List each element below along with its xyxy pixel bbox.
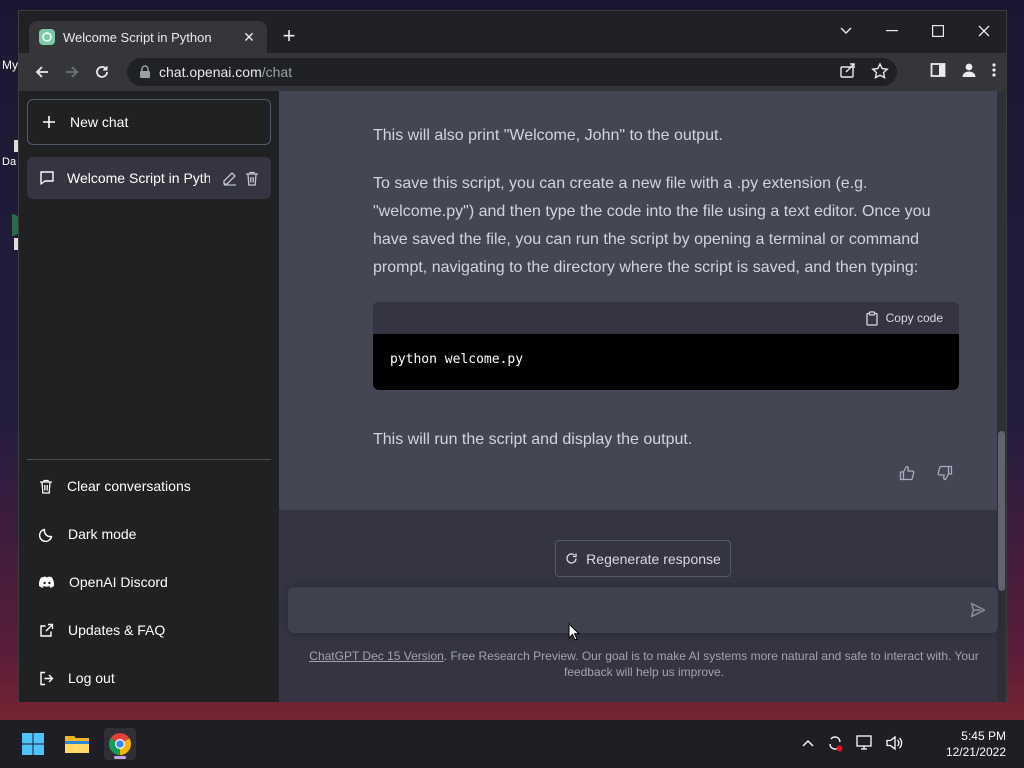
conversation-title: Welcome Script in Pyth [67,170,210,186]
network-icon[interactable] [856,735,874,751]
file-explorer-icon[interactable] [61,728,93,760]
regenerate-response-button[interactable]: Regenerate response [555,540,731,577]
delete-trash-icon[interactable] [245,171,259,186]
taskbar: 5:45 PM 12/21/2022 [0,720,1024,768]
lock-icon [139,65,151,79]
clock-date: 12/21/2022 [945,745,1006,759]
browser-tab[interactable]: Welcome Script in Python ✕ [29,21,267,53]
thumbs-down-icon[interactable] [937,465,953,481]
copy-code-label: Copy code [885,311,943,325]
sync-icon[interactable] [826,734,844,752]
logout-icon [39,671,54,686]
chrome-taskbar-icon[interactable] [104,728,136,760]
sidebar-menu: Clear conversations Dark mode OpenAI Dis… [27,459,271,702]
dark-mode-label: Dark mode [68,526,137,542]
active-app-indicator [114,756,126,759]
chevron-up-icon[interactable] [802,739,814,747]
new-chat-label: New chat [70,114,129,130]
browser-toolbar: chat.openai.com/chat [19,53,1006,91]
maximize-button[interactable] [915,17,961,45]
message-composer [288,587,998,633]
system-tray [802,734,904,752]
log-out-label: Log out [68,670,115,686]
chat-main: This will also print "Welcome, John" to … [279,91,1006,702]
send-icon[interactable] [970,602,986,618]
footer-text: . Free Research Preview. Our goal is to … [443,649,979,679]
edit-pencil-icon[interactable] [222,171,237,186]
moon-icon [39,527,54,542]
url-path: /chat [261,64,293,80]
forward-button[interactable] [57,57,87,87]
message-paragraph-3: This will run the script and display the… [373,431,693,448]
trash-icon [39,479,53,494]
mouse-cursor-icon [568,622,581,646]
minimize-button[interactable] [869,17,915,45]
new-chat-button[interactable]: New chat [27,99,271,145]
thumbs-up-icon[interactable] [899,465,915,481]
conversation-item[interactable]: Welcome Script in Pyth [27,157,271,199]
chatgpt-app: New chat Welcome Script in Pyth Clear co… [19,91,1006,702]
sidebar: New chat Welcome Script in Pyth Clear co… [19,91,279,702]
clipboard-icon [865,310,878,326]
clear-conversations-label: Clear conversations [67,478,191,494]
title-bar: Welcome Script in Python ✕ + [19,11,1006,53]
updates-faq-label: Updates & FAQ [68,622,166,638]
message-paragraph-2: To save this script, you can create a ne… [373,175,931,276]
code-block: Copy code python welcome.py [373,302,959,390]
chat-bubble-icon [39,170,55,186]
side-panel-icon[interactable] [930,61,946,79]
profile-icon[interactable] [960,61,978,79]
tab-close-icon[interactable]: ✕ [241,29,257,46]
refresh-icon [565,552,578,565]
more-menu-icon[interactable] [992,61,996,79]
openai-discord-link[interactable]: OpenAI Discord [27,558,271,606]
bookmark-star-icon[interactable] [871,62,889,80]
feedback-buttons [899,465,953,481]
plus-icon [42,115,56,129]
dark-mode-link[interactable]: Dark mode [27,510,271,558]
regenerate-label: Regenerate response [586,550,721,567]
log-out-link[interactable]: Log out [27,654,271,702]
code-text: python welcome.py [390,352,524,367]
address-bar[interactable]: chat.openai.com/chat [127,58,897,86]
share-icon[interactable] [839,62,857,80]
tab-title: Welcome Script in Python [63,29,212,45]
browser-window: Welcome Script in Python ✕ + chat.openai… [18,10,1007,702]
url-host: chat.openai.com [159,64,262,80]
clock-time: 5:45 PM [961,729,1006,743]
updates-faq-link[interactable]: Updates & FAQ [27,606,271,654]
version-link[interactable]: ChatGPT Dec 15 Version [309,649,444,663]
tab-search-icon[interactable] [823,17,869,45]
message-paragraph-1: This will also print "Welcome, John" to … [373,127,723,144]
openai-favicon-icon [39,29,55,45]
footer-disclaimer: ChatGPT Dec 15 Version. Free Research Pr… [309,648,979,680]
discord-icon [39,576,55,589]
clear-conversations-link[interactable]: Clear conversations [27,462,271,510]
desktop-icon-label-2: Da [2,156,17,168]
start-button[interactable] [17,728,49,760]
reload-button[interactable] [87,57,117,87]
chat-scrollbar[interactable] [997,91,1006,702]
volume-icon[interactable] [886,735,904,751]
copy-code-button[interactable]: Copy code [373,302,959,334]
openai-discord-label: OpenAI Discord [69,574,168,590]
back-button[interactable] [27,57,57,87]
new-tab-button[interactable]: + [277,25,301,49]
scrollbar-thumb[interactable] [998,431,1005,591]
message-input[interactable] [288,587,998,633]
assistant-message: This will also print "Welcome, John" to … [279,91,999,510]
system-clock[interactable]: 5:45 PM 12/21/2022 [946,728,1006,760]
desktop-icon-label: My [2,58,18,72]
close-window-button[interactable] [961,17,1007,45]
external-link-icon [39,623,54,638]
